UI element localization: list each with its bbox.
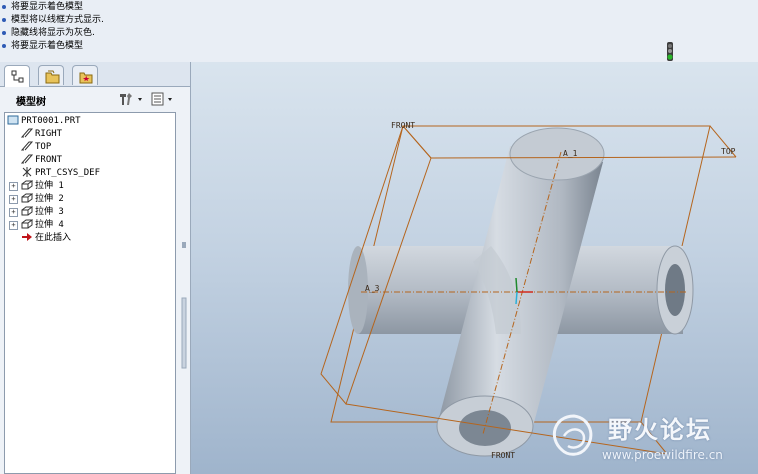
axis-label-a3: A_3	[365, 284, 380, 293]
tree-item-extrude-3[interactable]: 拉伸 3	[21, 206, 64, 218]
expand-toggle[interactable]: +	[9, 195, 18, 204]
message-line: 将要显示着色模型	[2, 40, 83, 53]
tab-folder-browser[interactable]	[38, 65, 64, 85]
tree-item-label: 在此插入	[35, 233, 72, 243]
datum-label-front: FRONT	[391, 121, 415, 130]
model-tree: PRT0001.PRT RIGHT TOP FRONT PRT_CSYS_DEF…	[4, 112, 176, 474]
tree-root-label: PRT0001.PRT	[21, 116, 81, 126]
datum-plane-icon	[21, 141, 33, 150]
expand-toggle[interactable]: +	[9, 221, 18, 230]
tree-item-extrude-1[interactable]: 拉伸 1	[21, 180, 64, 192]
tree-item-label: 拉伸 3	[35, 207, 64, 217]
datum-plane-icon	[21, 154, 33, 163]
message-line: 隐藏线将显示为灰色.	[2, 27, 95, 40]
panel-splitter[interactable]	[181, 212, 187, 444]
favorites-icon	[79, 72, 93, 84]
tree-item-label: FRONT	[35, 155, 63, 165]
message-text: 将要显示着色模型	[11, 2, 84, 12]
bullet-icon	[2, 17, 6, 22]
message-text: 模型将以线框方式显示.	[11, 15, 104, 25]
tree-item-label: TOP	[35, 142, 52, 152]
tree-item-insert-here[interactable]: 在此插入	[21, 232, 71, 244]
bullet-icon	[2, 30, 6, 35]
datum-label-front-bottom: FRONT	[491, 451, 515, 460]
tree-item-front[interactable]: FRONT	[21, 154, 62, 166]
tree-item-label: 拉伸 1	[35, 181, 64, 191]
coordinate-system-icon	[22, 166, 32, 177]
model-tree-header: 模型树	[0, 87, 190, 111]
model-tree-icon	[11, 70, 24, 83]
extrude-icon	[21, 180, 33, 189]
tree-item-csys[interactable]: PRT_CSYS_DEF	[21, 166, 101, 179]
tree-item-label: 拉伸 2	[35, 194, 64, 204]
tab-model-tree[interactable]	[4, 65, 30, 87]
tree-item-extrude-2[interactable]: 拉伸 2	[21, 193, 64, 205]
tree-item-right[interactable]: RIGHT	[21, 128, 62, 140]
settings-tools-icon[interactable]	[118, 91, 146, 107]
datum-plane-icon	[21, 128, 33, 137]
extrude-icon	[21, 206, 33, 215]
tree-item-label: 拉伸 4	[35, 220, 64, 230]
message-area: 将要显示着色模型 模型将以线框方式显示. 隐藏线将显示为灰色. 将要显示着色模型	[0, 0, 758, 63]
show-options-icon[interactable]	[150, 91, 178, 107]
folder-icon	[45, 70, 60, 84]
insert-arrow-icon	[22, 232, 32, 241]
tree-item-label: RIGHT	[35, 129, 63, 139]
expand-toggle[interactable]: +	[9, 208, 18, 217]
navigator-panel: 模型树 PRT0001.PRT RIGHT TOP FRONT PRT_CSYS…	[0, 62, 191, 474]
watermark-url: www.proewildfire.cn	[602, 448, 723, 462]
tree-item-label: PRT_CSYS_DEF	[35, 168, 101, 178]
tree-root[interactable]: PRT0001.PRT	[7, 115, 81, 127]
part-icon	[7, 115, 19, 124]
expand-toggle[interactable]: +	[9, 182, 18, 191]
tab-favorites[interactable]	[72, 65, 98, 85]
message-line: 将要显示着色模型	[2, 1, 83, 14]
forum-watermark: 野火论坛 www.proewildfire.cn	[544, 408, 754, 470]
axis-label-a1: A_1	[563, 149, 578, 158]
message-text: 将要显示着色模型	[11, 41, 84, 51]
navigator-tabs	[0, 62, 190, 87]
tree-item-top[interactable]: TOP	[21, 141, 51, 153]
bullet-icon	[2, 4, 6, 9]
bullet-icon	[2, 43, 6, 48]
extrude-icon	[21, 219, 33, 228]
message-line: 模型将以线框方式显示.	[2, 14, 104, 27]
message-text: 隐藏线将显示为灰色.	[11, 28, 95, 38]
extrude-icon	[21, 193, 33, 202]
model-tree-title: 模型树	[16, 97, 46, 108]
forum-logo-icon	[552, 414, 593, 456]
datum-label-top: TOP	[721, 147, 736, 156]
traffic-light-icon[interactable]	[664, 42, 676, 62]
watermark-title: 野火论坛	[608, 416, 712, 444]
tree-item-extrude-4[interactable]: 拉伸 4	[21, 219, 64, 231]
